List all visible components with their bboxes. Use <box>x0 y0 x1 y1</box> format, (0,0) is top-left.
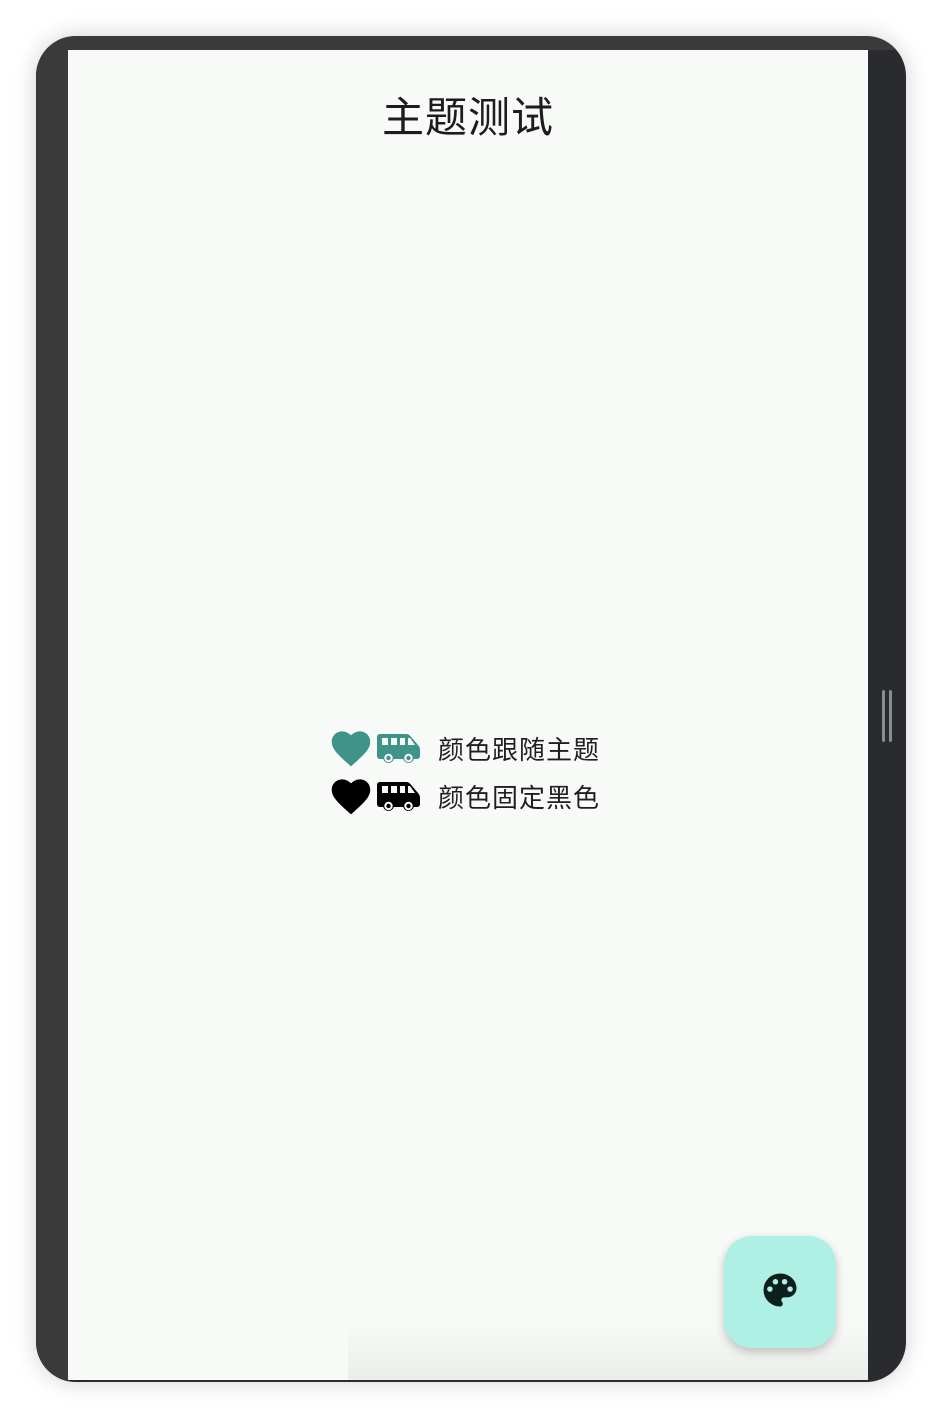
bus-icon <box>376 731 422 765</box>
resize-handle[interactable] <box>882 690 894 742</box>
device-bezel-left <box>36 36 68 1382</box>
device-frame: 主题测试 颜色跟随主题 颜色固定黑色 <box>36 36 906 1382</box>
handle-bar <box>882 690 885 742</box>
row-label: 颜色固定黑色 <box>438 783 601 814</box>
handle-bar <box>889 690 892 742</box>
theme-palette-button[interactable] <box>724 1236 836 1348</box>
row-follow-theme: 颜色跟随主题 <box>330 724 600 772</box>
icon-rows: 颜色跟随主题 颜色固定黑色 <box>330 724 600 820</box>
heart-icon <box>330 728 372 768</box>
row-fixed-black: 颜色固定黑色 <box>330 772 600 820</box>
app-screen: 主题测试 颜色跟随主题 颜色固定黑色 <box>68 50 868 1380</box>
bus-icon <box>376 779 422 813</box>
row-label: 颜色跟随主题 <box>438 735 601 766</box>
heart-icon <box>330 776 372 816</box>
device-bezel-top <box>36 36 906 50</box>
palette-icon <box>758 1268 802 1316</box>
page-title: 主题测试 <box>381 93 554 142</box>
